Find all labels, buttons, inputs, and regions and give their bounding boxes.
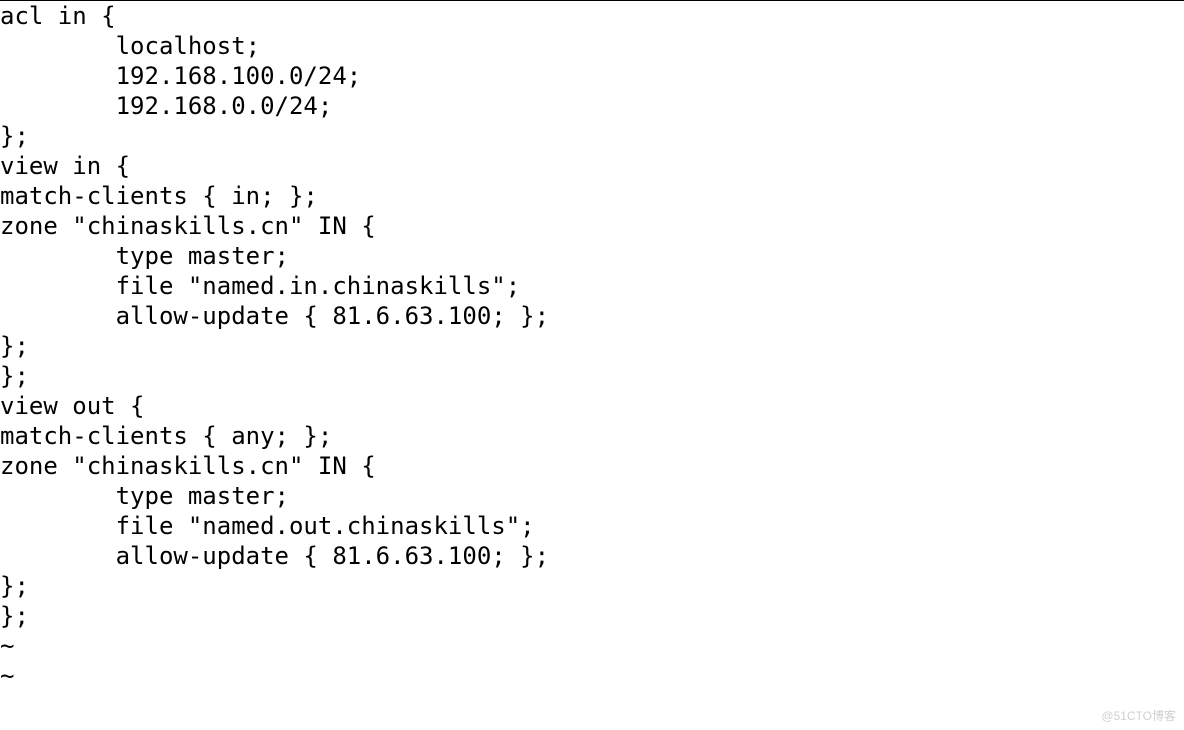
vim-tilde-1: ~ [0,632,14,660]
line-10: file "named.in.chinaskills"; [0,272,520,300]
line-19: allow-update { 81.6.63.100; }; [0,542,549,570]
line-16: zone "chinaskills.cn" IN { [0,452,376,480]
line-15: match-clients { any; }; [0,422,332,450]
line-14: view out { [0,392,145,420]
line-12: }; [0,332,29,360]
line-9: type master; [0,242,289,270]
line-7: match-clients { in; }; [0,182,318,210]
watermark-text: @51CTO博客 [1101,709,1176,724]
line-17: type master; [0,482,289,510]
line-6: view in { [0,152,130,180]
line-20: }; [0,572,29,600]
line-21: }; [0,602,29,630]
line-8: zone "chinaskills.cn" IN { [0,212,376,240]
line-5: }; [0,122,29,150]
line-4: 192.168.0.0/24; [0,92,332,120]
line-2: localhost; [0,32,260,60]
line-3: 192.168.100.0/24; [0,62,361,90]
line-13: }; [0,362,29,390]
line-18: file "named.out.chinaskills"; [0,512,535,540]
vim-tilde-2: ~ [0,662,14,690]
line-1: acl in { [0,2,116,30]
config-file-content[interactable]: acl in { localhost; 192.168.100.0/24; 19… [0,1,1184,691]
line-11: allow-update { 81.6.63.100; }; [0,302,549,330]
